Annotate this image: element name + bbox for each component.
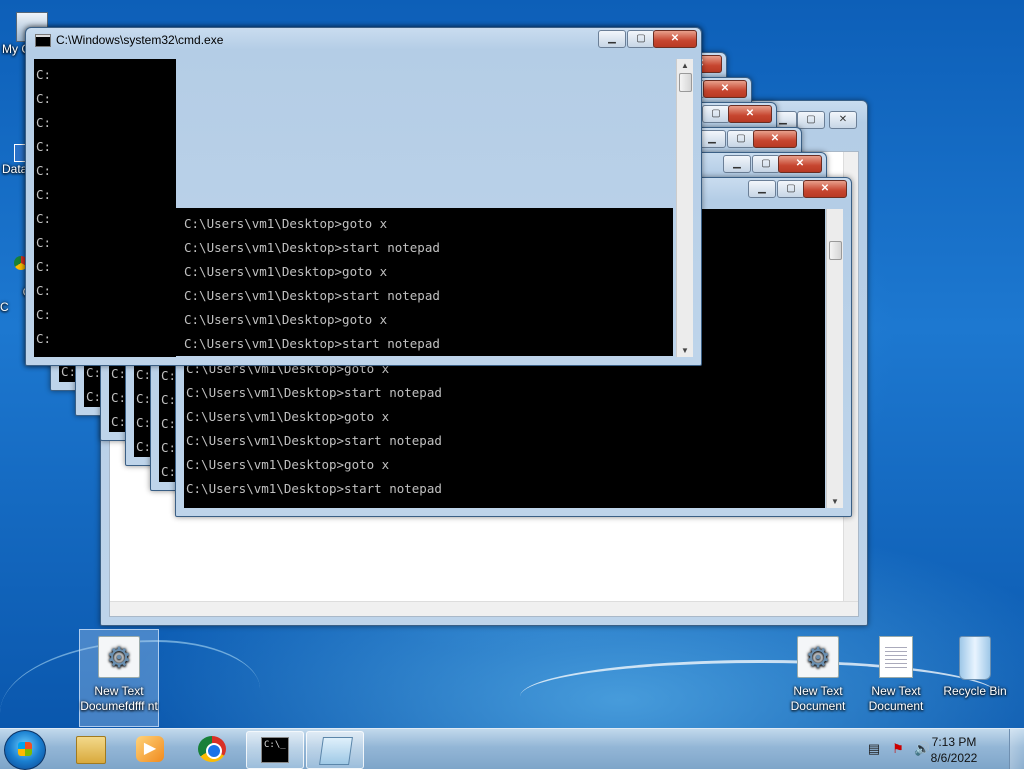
- new-text-document-selected-icon[interactable]: ⚙ New Text Documefdfff nt: [79, 629, 159, 727]
- cmd-window-top-close-button[interactable]: ✕: [653, 30, 697, 48]
- console-prompt-stub: C:: [36, 67, 52, 82]
- cmd-window-5-minimize-button[interactable]: ▁: [698, 130, 726, 148]
- scroll-down-arrow-icon[interactable]: ▼: [827, 497, 843, 506]
- cmd-window-6-minimize-button[interactable]: ▁: [723, 155, 751, 173]
- notepad-close-button[interactable]: ✕: [829, 111, 857, 129]
- console-prompt-stub: C:: [36, 139, 52, 154]
- console-line: C:\Users\vm1\Desktop>goto x: [184, 216, 388, 231]
- folder-icon: [76, 736, 106, 764]
- console-prompt-stub: C:: [36, 91, 52, 106]
- new-text-document-gear-icon[interactable]: ⚙ New Text Document: [779, 630, 857, 714]
- cmd-window-top-maximize-button[interactable]: ▢: [627, 30, 655, 48]
- recycle-bin-label: Recycle Bin: [943, 684, 1007, 698]
- new-text-document-plain-label: New Text Document: [868, 684, 924, 713]
- gear-document-icon: ⚙: [98, 636, 140, 678]
- console-line: C:\Users\vm1\Desktop>goto x: [184, 264, 388, 279]
- console-line: C:\Users\vm1\Desktop>start notepad: [186, 385, 442, 400]
- notepad-horizontal-scrollbar[interactable]: [110, 601, 858, 616]
- console-line: C:\Users\vm1\Desktop>start notepad: [186, 433, 442, 448]
- cmd-window-top-minimize-button[interactable]: ▁: [598, 30, 626, 48]
- explorer-taskbar-button[interactable]: [62, 731, 118, 767]
- clock-date: 8/6/2022: [930, 751, 978, 765]
- data-label: Data: [2, 162, 28, 176]
- recycle-bin-desktop-icon[interactable]: Recycle Bin: [936, 630, 1014, 699]
- cmd-window-5-close-button[interactable]: ✕: [753, 130, 797, 148]
- cmd-window-6-close-button[interactable]: ✕: [778, 155, 822, 173]
- notepad-maximize-button[interactable]: ▢: [797, 111, 825, 129]
- system-clock[interactable]: 7:13 PM 8/6/2022: [914, 734, 994, 766]
- console-prompt-stub: C:: [36, 331, 52, 346]
- cmd-window-5-maximize-button[interactable]: ▢: [727, 130, 755, 148]
- start-button[interactable]: [4, 730, 46, 770]
- text-document-icon: [879, 636, 913, 678]
- console-line: C:\Users\vm1\Desktop>goto x: [186, 457, 390, 472]
- cmd-window-6-maximize-button[interactable]: ▢: [752, 155, 780, 173]
- recycle-bin-icon: [959, 636, 991, 680]
- console-line: C:\Users\vm1\Desktop>start notepad: [184, 240, 440, 255]
- console-prompt-stub: C:: [36, 187, 52, 202]
- cmd-icon: [35, 34, 51, 47]
- chrome-taskbar-button[interactable]: [184, 731, 240, 767]
- console-line: C:\Users\vm1\Desktop>goto x: [184, 312, 388, 327]
- cmd-window-front-scrollbar[interactable]: ▼: [826, 209, 843, 508]
- cmd-window-4-close-button[interactable]: ✕: [728, 105, 772, 123]
- cmd-icon: C:\_: [261, 737, 289, 763]
- cmd-window-top-console[interactable]: C:\Users\vm1\Desktop>goto x C:\Users\vm1…: [175, 208, 673, 356]
- cmd-window-top-scrollbar[interactable]: ▲ ▼: [676, 59, 693, 357]
- cmd-window-top-titlebar[interactable]: C:\Windows\system32\cmd.exe ▁ ▢ ✕: [26, 28, 701, 52]
- console-line: C:\Users\vm1\Desktop>start notepad: [184, 288, 440, 303]
- console-line: C:\Users\vm1\Desktop>start notepad: [184, 336, 440, 351]
- cmd-window-3-close-button[interactable]: ✕: [703, 80, 747, 98]
- cmd-window-top-title: C:\Windows\system32\cmd.exe: [56, 33, 224, 47]
- console-prompt-stub: C:: [36, 307, 52, 322]
- cmd-taskbar-button[interactable]: C:\_: [246, 731, 304, 769]
- notepad-taskbar-button[interactable]: [306, 731, 364, 769]
- clock-time: 7:13 PM: [931, 735, 977, 749]
- media-player-icon: ▶: [136, 736, 164, 762]
- console-line: C:\Users\vm1\Desktop>goto x: [186, 409, 390, 424]
- console-prompt-stub: C:: [36, 211, 52, 226]
- windows-logo-icon: [18, 742, 32, 756]
- console-prompt-stub: C:: [36, 163, 52, 178]
- console-prompt-stub: C:: [36, 259, 52, 274]
- media-player-taskbar-button[interactable]: ▶: [122, 731, 178, 767]
- new-text-document-plain-icon[interactable]: New Text Document: [857, 630, 935, 714]
- scroll-thumb[interactable]: [829, 241, 842, 260]
- notepad-icon: [319, 737, 353, 765]
- action-center-flag-icon[interactable]: ⚑: [890, 741, 906, 757]
- cmd-window-front-close-button[interactable]: ✕: [803, 180, 847, 198]
- taskbar: ▶ C:\_ ▤ ⚑ 🔊 7:13 PM 8/6/2022: [0, 728, 1024, 770]
- new-text-document-selected-label: New Text Documefdfff nt: [80, 684, 158, 713]
- new-text-document-gear-label: New Text Document: [790, 684, 846, 713]
- console-prompt-stub: C:: [36, 283, 52, 298]
- console-prompt-stub: C:: [36, 235, 52, 250]
- scroll-thumb[interactable]: [679, 73, 692, 92]
- console-prompt-stub: C:: [36, 115, 52, 130]
- scroll-down-arrow-icon[interactable]: ▼: [677, 346, 693, 355]
- cmd-window-top-console-left[interactable]: C: C: C: C: C: C: C: C: C: C: C: C:: [34, 59, 176, 357]
- cmd-window-4-maximize-button[interactable]: ▢: [702, 105, 730, 123]
- cmd-window-front-minimize-button[interactable]: ▁: [748, 180, 776, 198]
- scroll-up-arrow-icon[interactable]: ▲: [677, 61, 693, 70]
- show-desktop-button[interactable]: [1009, 729, 1024, 769]
- cmd-window-front-maximize-button[interactable]: ▢: [777, 180, 805, 198]
- console-line: C:\Users\vm1\Desktop>start notepad: [186, 481, 442, 496]
- chrome-icon: [198, 736, 226, 762]
- network-icon[interactable]: ▤: [866, 741, 882, 757]
- gear-document-icon: ⚙: [797, 636, 839, 678]
